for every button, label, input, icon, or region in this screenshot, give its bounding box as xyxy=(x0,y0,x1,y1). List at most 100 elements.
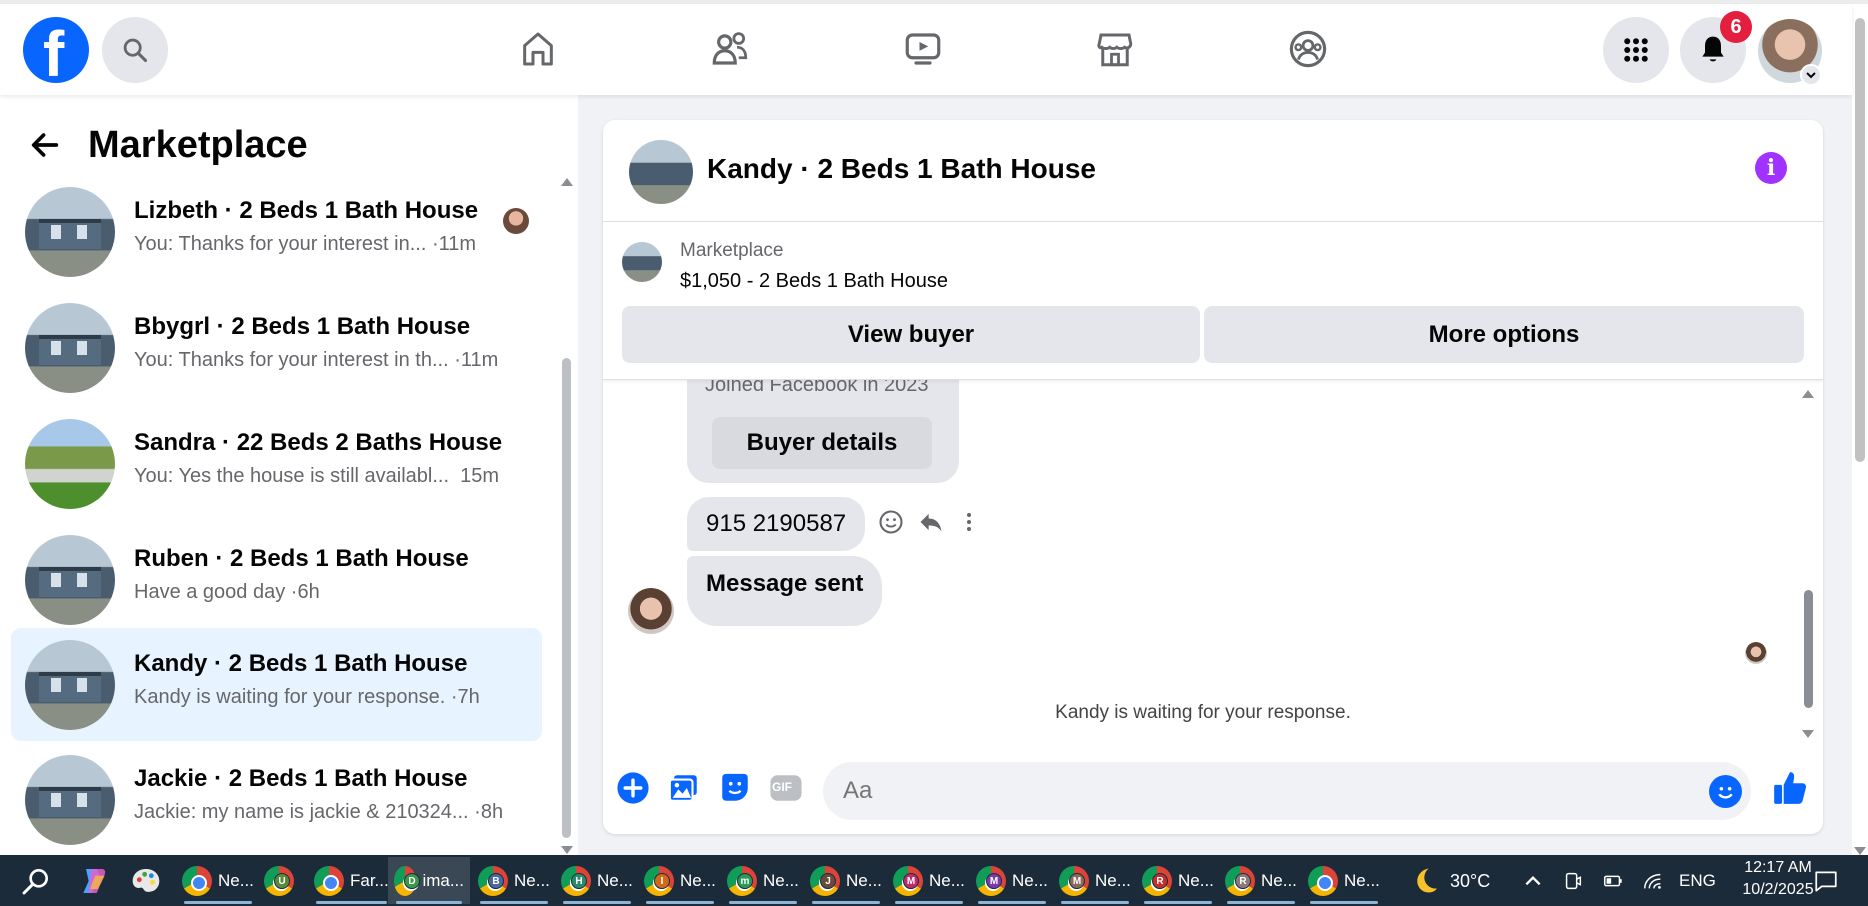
gif-label: GIF xyxy=(772,780,792,794)
nav-friends[interactable] xyxy=(705,24,755,74)
attach-photo-button[interactable] xyxy=(666,770,702,806)
message-actions xyxy=(877,508,981,536)
conversation-preview: You: Thanks for your interest in th... ·… xyxy=(134,349,499,371)
taskbar-app-chrome-active[interactable]: Dima... xyxy=(388,857,470,904)
scrollbar-thumb[interactable] xyxy=(562,358,571,838)
react-emoji-icon[interactable] xyxy=(877,508,905,536)
message-bubble[interactable]: Message sent xyxy=(687,556,883,626)
notification-center-button[interactable] xyxy=(1813,861,1839,901)
taskbar-app-chrome[interactable]: Ne... xyxy=(176,857,260,904)
chrome-icon xyxy=(1308,865,1338,896)
grid-menu-icon xyxy=(1624,38,1648,62)
conversation-preview: Kandy is waiting for your response. ·7h xyxy=(134,686,480,708)
sender-avatar[interactable] xyxy=(628,588,674,634)
search-icon xyxy=(123,38,148,63)
page-title: Marketplace xyxy=(88,123,308,166)
nav-video[interactable] xyxy=(898,24,948,74)
sidebar-scrollbar[interactable] xyxy=(560,178,573,854)
like-button[interactable] xyxy=(1770,768,1810,808)
message-bubble[interactable]: 915 2190587 xyxy=(687,497,866,551)
paint-app[interactable] xyxy=(130,861,162,901)
chat-window: Kandy · 2 Beds 1 Bath House i Marketplac… xyxy=(603,120,1823,834)
more-vertical-icon[interactable] xyxy=(957,508,981,536)
gif-button[interactable]: GIF xyxy=(768,770,804,806)
taskbar-app-chrome[interactable]: R Ne... xyxy=(1219,857,1303,904)
conversation-item[interactable]: Jackie · 2 Beds 1 Bath House Jackie: my … xyxy=(11,743,542,856)
message-input[interactable] xyxy=(843,774,1673,808)
taskbar-app-chrome[interactable]: M Ne... xyxy=(970,857,1054,904)
nav-groups[interactable] xyxy=(1283,24,1333,74)
scroll-up-arrow[interactable] xyxy=(1802,390,1814,398)
buyer-details-button[interactable]: Buyer details xyxy=(712,417,932,469)
menu-button[interactable] xyxy=(1603,17,1669,83)
more-actions-button[interactable] xyxy=(615,770,651,806)
wifi-icon xyxy=(1644,873,1661,889)
more-options-button[interactable]: More options xyxy=(1204,306,1804,363)
top-navigation-bar: f 6 xyxy=(0,4,1852,95)
taskbar-app-chrome[interactable]: R Ne... xyxy=(1136,857,1220,904)
facebook-logo[interactable]: f xyxy=(23,17,89,87)
listing-thumbnail[interactable] xyxy=(622,242,662,282)
thread-scrollbar[interactable] xyxy=(1801,382,1815,738)
message-thread: Joined Facebook in 2023 Buyer details 91… xyxy=(603,380,1823,748)
conversation-item-selected[interactable]: Kandy · 2 Beds 1 Bath House Kandy is wai… xyxy=(11,628,542,741)
chat-bubble-icon xyxy=(1815,871,1837,892)
view-buyer-button[interactable]: View buyer xyxy=(622,306,1200,363)
chevron-down-icon xyxy=(1806,72,1816,79)
conversation-item[interactable]: Ruben · 2 Beds 1 Bath House Have a good … xyxy=(11,523,542,636)
scrollbar-thumb[interactable] xyxy=(1804,590,1813,708)
language-indicator[interactable]: ENG xyxy=(1679,871,1716,891)
moon-icon xyxy=(1417,868,1437,893)
taskbar-app-chrome[interactable]: B Ne... xyxy=(472,857,556,904)
chrome-icon xyxy=(182,865,212,896)
conversation-item[interactable]: Sandra · 22 Beds 2 Baths House You: Yes … xyxy=(11,407,542,520)
reply-icon[interactable] xyxy=(917,508,945,536)
thumbs-up-icon xyxy=(1774,772,1807,804)
groups-icon xyxy=(1289,30,1327,68)
tray-wifi-icon[interactable] xyxy=(1641,861,1665,901)
clock-time[interactable]: 12:17 AM xyxy=(1730,859,1826,877)
weather-widget[interactable]: 30°C xyxy=(1410,861,1490,901)
message-input-box[interactable] xyxy=(823,762,1751,820)
scroll-down-arrow[interactable] xyxy=(1854,847,1866,855)
chat-listing-thumbnail[interactable] xyxy=(629,140,693,204)
search-button[interactable] xyxy=(102,17,168,83)
tray-battery-icon[interactable] xyxy=(1601,861,1625,901)
sticker-button[interactable] xyxy=(717,770,753,806)
taskbar-app-chrome[interactable]: Far... xyxy=(308,857,395,904)
nav-marketplace[interactable] xyxy=(1090,24,1140,74)
clock-date[interactable]: 10/2/2025 xyxy=(1730,881,1826,899)
taskbar-app-chrome[interactable]: U xyxy=(258,857,306,904)
taskbar-search[interactable] xyxy=(20,861,52,901)
listing-price-title[interactable]: $1,050 - 2 Beds 1 Bath House xyxy=(680,270,948,293)
nav-home[interactable] xyxy=(513,24,563,74)
scroll-down-arrow[interactable] xyxy=(1802,730,1814,738)
taskbar-app-chrome[interactable]: Ne... xyxy=(1302,857,1386,904)
taskbar-app-chrome[interactable]: M Ne... xyxy=(887,857,971,904)
conversation-item[interactable]: Lizbeth · 2 Beds 1 Bath House You: Thank… xyxy=(11,175,542,288)
chat-title[interactable]: Kandy · 2 Beds 1 Bath House xyxy=(707,153,1096,185)
account-menu-chevron[interactable] xyxy=(1800,64,1822,86)
listing-panel: Marketplace $1,050 - 2 Beds 1 Bath House… xyxy=(603,222,1823,380)
scroll-down-arrow[interactable] xyxy=(561,846,573,854)
seen-avatar xyxy=(1745,642,1767,664)
tray-meet-icon[interactable] xyxy=(1562,861,1584,901)
page-scrollbar[interactable] xyxy=(1852,4,1868,855)
copilot-button[interactable] xyxy=(78,861,110,901)
emoji-button[interactable] xyxy=(1709,775,1742,808)
windows-taskbar: Ne... U Far... Dima... B Ne... H Ne... I Ne… xyxy=(0,855,1868,906)
taskbar-app-chrome[interactable]: I Ne... xyxy=(638,857,722,904)
chevron-up-icon xyxy=(1525,876,1541,886)
taskbar-app-chrome[interactable]: J Ne... xyxy=(804,857,888,904)
conversation-preview: You: Yes the house is still availabl... … xyxy=(134,465,500,487)
emoji-icon xyxy=(1718,786,1733,799)
back-arrow-icon[interactable] xyxy=(28,128,62,162)
taskbar-app-chrome[interactable]: H Ne... xyxy=(555,857,639,904)
scroll-up-arrow[interactable] xyxy=(561,178,573,186)
scrollbar-thumb[interactable] xyxy=(1855,18,1865,462)
conversation-item[interactable]: Bbygrl · 2 Beds 1 Bath House You: Thanks… xyxy=(11,291,542,404)
taskbar-app-chrome[interactable]: M Ne... xyxy=(1053,857,1137,904)
show-hidden-icons[interactable] xyxy=(1523,861,1543,901)
taskbar-app-chrome[interactable]: m Ne... xyxy=(721,857,805,904)
info-icon[interactable]: i xyxy=(1755,152,1787,184)
